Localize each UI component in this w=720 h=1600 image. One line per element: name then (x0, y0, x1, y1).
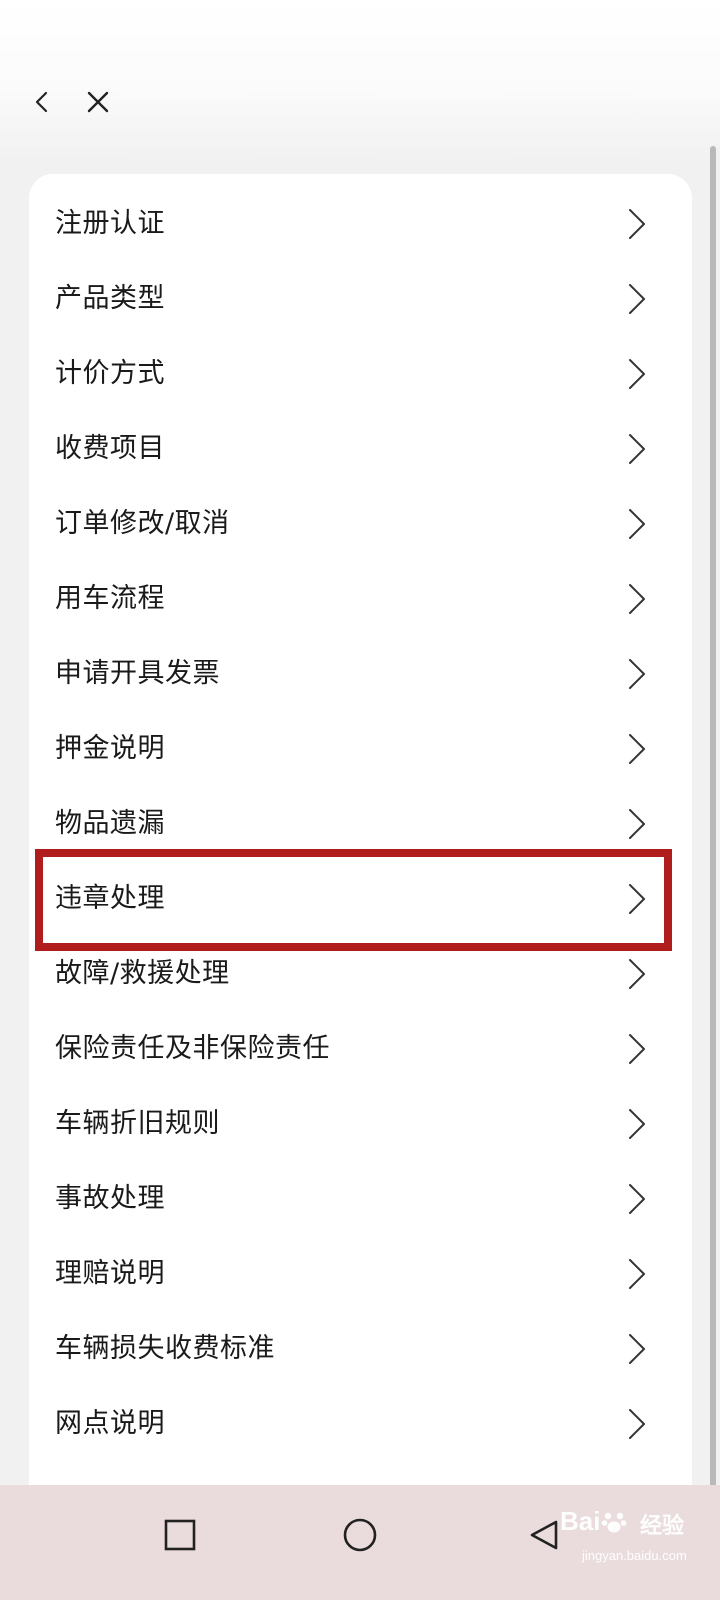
menu-item-label: 订单修改/取消 (55, 508, 230, 539)
menu-item-violation-handling[interactable]: 违章处理 (29, 861, 692, 937)
chevron-right-icon (625, 506, 649, 542)
chevron-right-icon (625, 956, 649, 992)
menu-item-product-type[interactable]: 产品类型 (29, 261, 692, 337)
close-button[interactable] (76, 80, 120, 124)
menu-item-pricing-method[interactable]: 计价方式 (29, 336, 692, 412)
menu-item-label: 故障/救援处理 (55, 958, 230, 989)
help-menu-list: 注册认证 产品类型 计价方式 收费项目 订单修改/取消 用车流程 申请开具发票 … (29, 174, 692, 1534)
chevron-right-icon (625, 1031, 649, 1067)
watermark-logo-text: Bai (560, 1506, 601, 1536)
scrollbar[interactable] (710, 146, 716, 1516)
menu-item-lost-items[interactable]: 物品遗漏 (29, 786, 692, 862)
menu-item-claims-info[interactable]: 理赔说明 (29, 1236, 692, 1312)
menu-item-order-modify-cancel[interactable]: 订单修改/取消 (29, 486, 692, 562)
menu-item-label: 车辆损失收费标准 (55, 1333, 275, 1364)
menu-item-label: 事故处理 (55, 1183, 165, 1214)
menu-item-invoice-request[interactable]: 申请开具发票 (29, 636, 692, 712)
menu-item-label: 产品类型 (55, 283, 165, 314)
menu-item-accident-handling[interactable]: 事故处理 (29, 1161, 692, 1237)
menu-item-damage-fee-standard[interactable]: 车辆损失收费标准 (29, 1311, 692, 1387)
menu-item-label: 网点说明 (55, 1408, 165, 1439)
menu-item-label: 理赔说明 (55, 1258, 165, 1289)
menu-item-label: 注册认证 (55, 208, 165, 239)
baidu-jingyan-watermark: Bai 经验 jingyan.baidu.com (560, 1500, 710, 1580)
watermark-url: jingyan.baidu.com (582, 1548, 687, 1563)
top-bar (0, 0, 720, 160)
menu-item-label: 押金说明 (55, 733, 165, 764)
chevron-right-icon (625, 1106, 649, 1142)
chevron-right-icon (625, 806, 649, 842)
watermark-subtitle: 经验 (640, 1514, 685, 1539)
menu-item-label: 违章处理 (55, 883, 165, 914)
menu-item-breakdown-rescue[interactable]: 故障/救援处理 (29, 936, 692, 1012)
menu-item-label: 用车流程 (55, 583, 165, 614)
menu-item-label: 保险责任及非保险责任 (55, 1033, 330, 1064)
square-icon (164, 1519, 196, 1551)
chevron-right-icon (625, 1331, 649, 1367)
chevron-right-icon (625, 581, 649, 617)
chevron-right-icon (625, 206, 649, 242)
menu-item-branch-info[interactable]: 网点说明 (29, 1386, 692, 1462)
back-button[interactable] (20, 80, 64, 124)
chevron-right-icon (625, 1256, 649, 1292)
chevron-right-icon (625, 1406, 649, 1442)
chevron-right-icon (625, 881, 649, 917)
menu-item-registration[interactable]: 注册认证 (29, 186, 692, 262)
chevron-right-icon (625, 656, 649, 692)
circle-icon (343, 1518, 377, 1552)
watermark-logo: Bai (560, 1506, 628, 1537)
chevron-right-icon (625, 731, 649, 767)
paw-icon (602, 1512, 627, 1532)
menu-item-fee-items[interactable]: 收费项目 (29, 411, 692, 487)
home-button[interactable] (330, 1505, 390, 1565)
menu-item-label: 物品遗漏 (55, 808, 165, 839)
chevron-right-icon (625, 431, 649, 467)
chevron-left-icon (35, 91, 48, 113)
close-icon (87, 91, 109, 113)
menu-item-insurance-liability[interactable]: 保险责任及非保险责任 (29, 1011, 692, 1087)
chevron-right-icon (625, 356, 649, 392)
chevron-right-icon (625, 1181, 649, 1217)
menu-item-label: 收费项目 (55, 433, 165, 464)
menu-item-rental-process[interactable]: 用车流程 (29, 561, 692, 637)
chevron-right-icon (625, 281, 649, 317)
triangle-back-icon (530, 1520, 558, 1550)
recent-apps-button[interactable] (150, 1505, 210, 1565)
menu-item-deposit-info[interactable]: 押金说明 (29, 711, 692, 787)
menu-item-label: 计价方式 (55, 358, 165, 389)
menu-item-label: 申请开具发票 (55, 658, 220, 689)
menu-item-depreciation-rules[interactable]: 车辆折旧规则 (29, 1086, 692, 1162)
menu-item-label: 车辆折旧规则 (55, 1108, 220, 1139)
